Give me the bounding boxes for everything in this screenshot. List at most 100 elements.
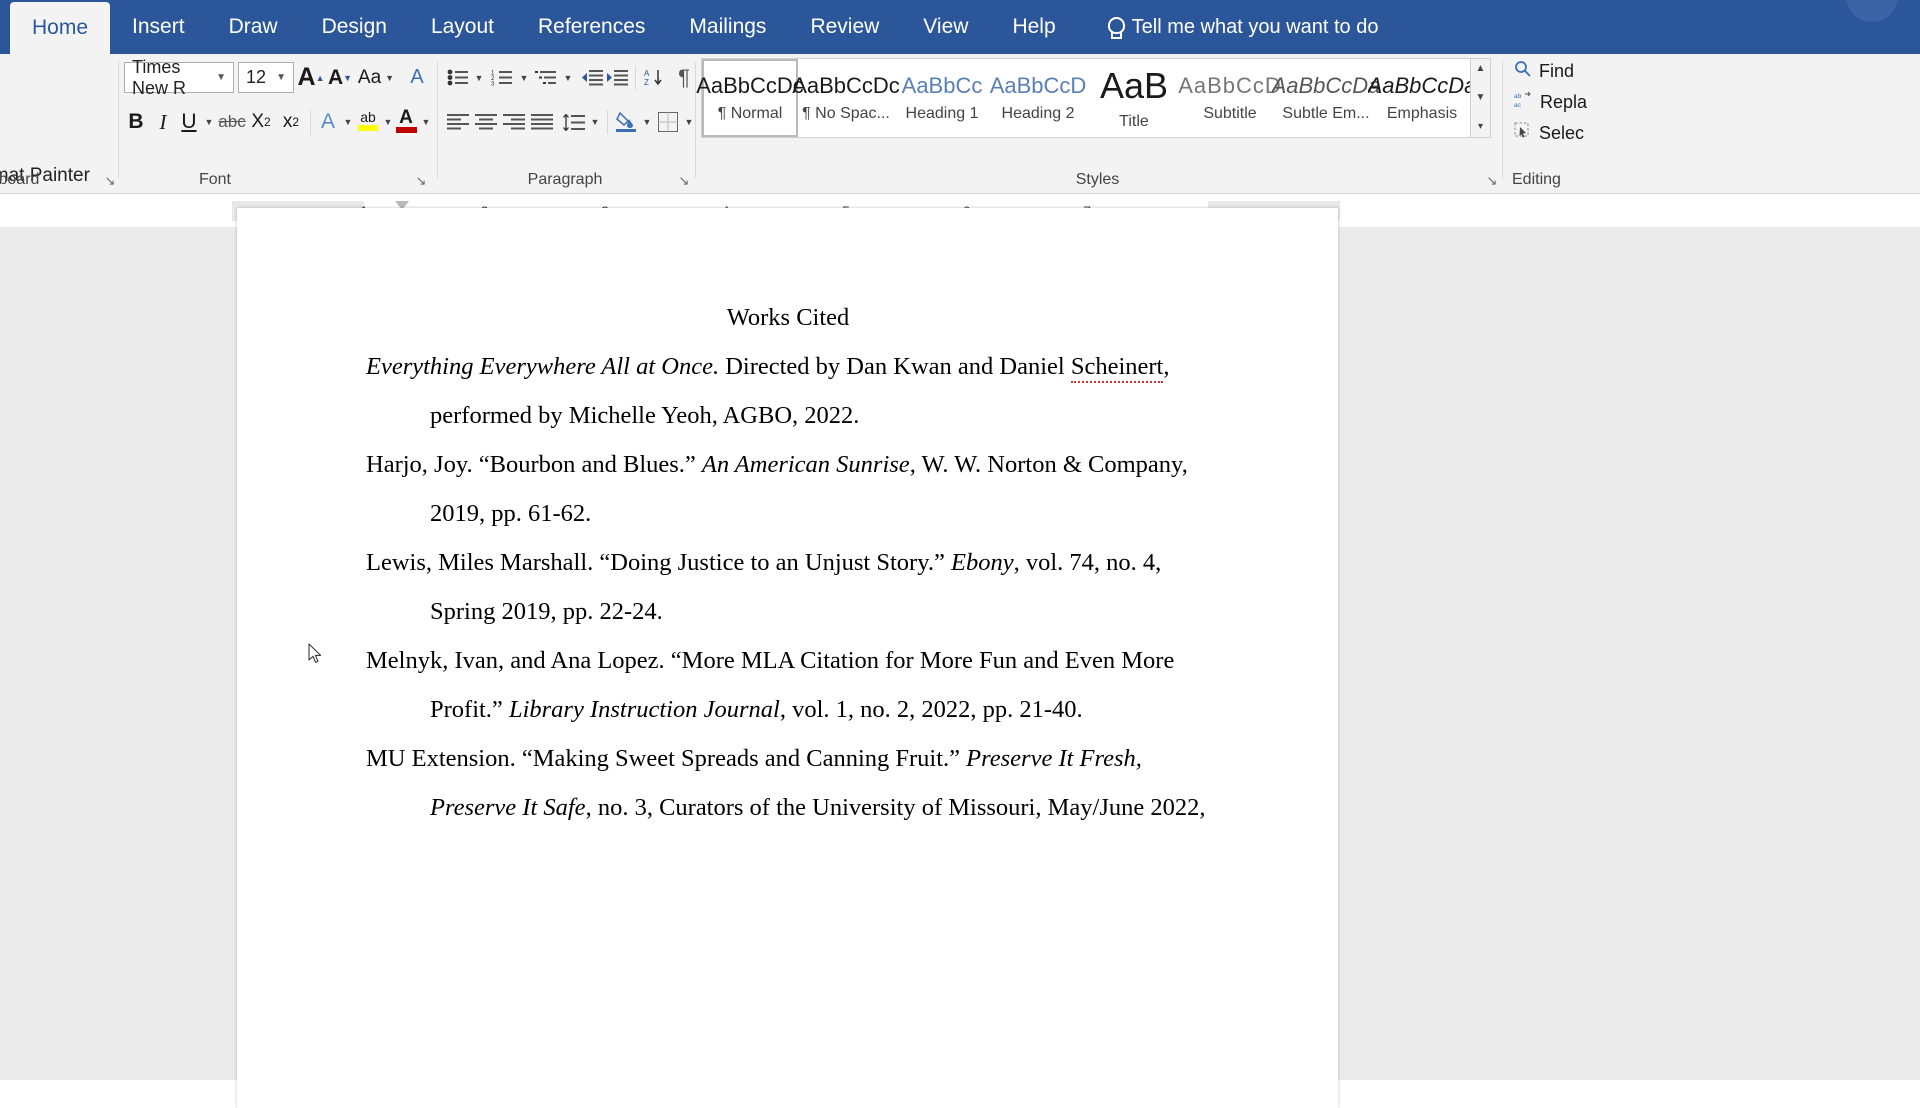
bullets-icon[interactable]	[443, 62, 473, 93]
find-button[interactable]: Find	[1514, 60, 1574, 82]
bold-button[interactable]: B	[122, 106, 150, 138]
ribbon-tab-review[interactable]: Review	[788, 0, 901, 54]
italic-button[interactable]: I	[149, 106, 177, 138]
style-subtitle[interactable]: AaBbCcD Subtitle	[1178, 59, 1281, 137]
styles-gallery-scrollbar[interactable]: ▲ ▼ ▾	[1470, 59, 1490, 137]
replace-label: Repla	[1540, 91, 1588, 112]
style-name: Title	[1119, 113, 1149, 130]
align-center-icon[interactable]	[471, 106, 501, 138]
underline-button[interactable]: U	[175, 106, 203, 138]
ribbon-tab-label: View	[923, 15, 969, 38]
citation-entry[interactable]: MU Extension. “Making Sweet Spreads and …	[366, 734, 1210, 832]
replace-button[interactable]: ab ac Repla	[1514, 91, 1587, 113]
citation-text: , vol. 1, no. 2, 2022, pp. 21-40.	[779, 696, 1083, 723]
magnifier-icon	[1514, 60, 1531, 82]
superscript-button[interactable]: x2	[276, 106, 306, 138]
numbering-dropdown[interactable]: ▼	[516, 62, 532, 93]
document-canvas: Works Cited Everything Everywhere All at…	[0, 208, 1920, 1108]
account-avatar[interactable]	[1846, 0, 1898, 22]
style-emphasis[interactable]: AaBbCcDa Emphasis	[1368, 59, 1477, 137]
font-name-combobox[interactable]: Times New R ▼	[124, 57, 234, 98]
highlight-color-button[interactable]: ab	[354, 102, 382, 138]
highlight-swatch	[358, 124, 378, 131]
ribbon-home-tab-content: Cut Copy ✽ Format Painter board ↘ Times …	[0, 54, 1920, 194]
clear-formatting-button[interactable]: A	[402, 62, 432, 93]
tell-me-search[interactable]: Tell me what you want to do	[1078, 0, 1397, 54]
styles-more-button[interactable]: ▾	[1478, 119, 1483, 135]
svg-text:ac: ac	[1514, 102, 1522, 108]
font-color-button[interactable]: A	[392, 102, 420, 138]
ribbon-tab-references[interactable]: References	[516, 0, 667, 54]
citation-text: MU Extension. “Making Sweet Spreads and …	[366, 745, 967, 772]
select-button[interactable]: Selec	[1514, 122, 1584, 144]
citation-entry[interactable]: Everything Everywhere All at Once. Direc…	[366, 342, 1210, 440]
ribbon-tab-home[interactable]: Home	[10, 2, 111, 54]
find-label: Find	[1539, 60, 1575, 81]
editing-group: Find ab ac Repla Selec Editing	[1502, 54, 1920, 194]
line-spacing-dropdown[interactable]: ▼	[587, 106, 603, 138]
paragraph-dialog-launcher[interactable]: ↘	[677, 174, 691, 188]
style-normal[interactable]: AaBbCcDc ¶ Normal	[696, 59, 804, 137]
font-size-combobox[interactable]: 12 ▼	[238, 62, 294, 93]
align-right-icon[interactable]	[499, 106, 529, 138]
ribbon-tab-view[interactable]: View	[901, 0, 990, 54]
chevron-down-icon: ▼	[216, 72, 226, 83]
styles-scroll-down-button[interactable]: ▼	[1476, 90, 1486, 106]
style-name: Subtitle	[1203, 105, 1257, 122]
ribbon-tab-insert[interactable]: Insert	[110, 0, 207, 54]
text-effects-button[interactable]: A	[314, 106, 342, 138]
citation-entry[interactable]: Melnyk, Ivan, and Ana Lopez. “More MLA C…	[366, 636, 1210, 734]
line-spacing-icon[interactable]	[559, 106, 589, 138]
strikethrough-button[interactable]: abc	[216, 106, 248, 138]
multilevel-list-icon[interactable]	[531, 62, 561, 93]
styles-scroll-up-button[interactable]: ▲	[1476, 61, 1486, 77]
citation-text: , no. 3, Curators of the University of M…	[585, 794, 1206, 821]
ribbon-tab-draw[interactable]: Draw	[207, 0, 300, 54]
ribbon-tab-mailings[interactable]: Mailings	[667, 0, 788, 54]
multilevel-dropdown[interactable]: ▼	[560, 62, 576, 93]
ribbon-tab-help[interactable]: Help	[990, 0, 1077, 54]
style-heading-1[interactable]: AaBbCc Heading 1	[894, 59, 990, 137]
ribbon-tab-label: Insert	[132, 15, 185, 38]
style-subtle-em[interactable]: AaBbCcDa Subtle Em...	[1272, 59, 1381, 137]
ribbon-tab-design[interactable]: Design	[300, 0, 409, 54]
style-preview: AaBbCcD	[1178, 73, 1282, 98]
styles-group-label: Styles	[1075, 171, 1120, 188]
document-body[interactable]: Works Cited Everything Everywhere All at…	[366, 293, 1210, 832]
ribbon-tab-layout[interactable]: Layout	[409, 0, 516, 54]
works-cited-heading: Works Cited	[726, 304, 850, 331]
misspelled-word: Scheinert	[1070, 353, 1164, 383]
style-name: Subtle Em...	[1282, 105, 1370, 122]
borders-icon[interactable]	[653, 106, 683, 138]
style-preview: AaBbCc	[901, 73, 983, 98]
grow-font-button[interactable]: A ▲	[296, 62, 326, 93]
document-page[interactable]: Works Cited Everything Everywhere All at…	[237, 208, 1338, 1108]
style-heading-2[interactable]: AaBbCcD Heading 2	[989, 59, 1087, 137]
increase-indent-icon[interactable]	[602, 62, 632, 93]
underline-dropdown[interactable]: ▼	[201, 106, 217, 138]
citation-entry[interactable]: Lewis, Miles Marshall. “Doing Justice to…	[366, 538, 1210, 636]
style-preview: AaBbCcD	[989, 73, 1087, 98]
font-color-swatch	[395, 126, 417, 133]
shrink-font-button[interactable]: A ▼	[325, 62, 355, 93]
change-case-button[interactable]: Aa ▼	[356, 62, 396, 93]
numbering-icon[interactable]: 123	[487, 62, 517, 93]
ribbon-tab-label: Review	[810, 15, 880, 38]
style-preview: AaB	[1099, 65, 1169, 106]
citation-entry[interactable]: Harjo, Joy. “Bourbon and Blues.” An Amer…	[366, 440, 1210, 538]
font-color-dropdown[interactable]: ▼	[418, 106, 434, 138]
subscript-button[interactable]: X2	[246, 106, 276, 138]
justify-icon[interactable]	[527, 106, 557, 138]
citation-text: An American Sunrise	[701, 451, 910, 478]
font-dialog-launcher[interactable]: ↘	[414, 174, 428, 188]
styles-dialog-launcher[interactable]: ↘	[1485, 174, 1499, 188]
bullets-dropdown[interactable]: ▼	[471, 62, 487, 93]
font-name-value: Times New R	[132, 56, 187, 98]
svg-text:ab: ab	[1514, 93, 1522, 100]
style-no-spac[interactable]: AaBbCcDc ¶ No Spac...	[792, 59, 900, 137]
shading-icon[interactable]	[611, 104, 641, 138]
sort-icon[interactable]: AZ	[639, 62, 669, 93]
style-title[interactable]: AaB Title	[1086, 59, 1182, 137]
align-left-icon[interactable]	[443, 106, 473, 138]
style-preview: AaBbCcDc	[696, 73, 804, 98]
